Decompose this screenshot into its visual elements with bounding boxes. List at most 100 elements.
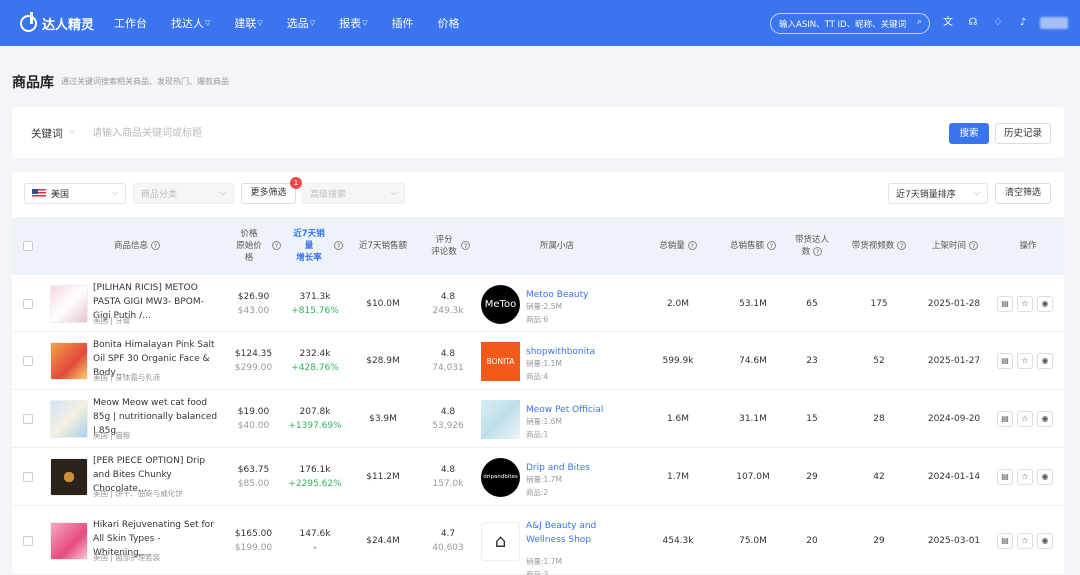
search-icon[interactable]: ⌕ [917,17,922,27]
row-checkbox[interactable] [23,414,33,424]
shop-name-link[interactable]: A&J Beauty and Wellness Shop [526,519,638,547]
us-flag-icon [32,189,46,198]
nav-label: 选品 [286,17,309,30]
header-price: 价格 原始价 格 [224,228,274,264]
header-total-sales[interactable]: 总销量? [648,240,708,252]
nav-product-selection[interactable]: 选品 ▽ [287,15,315,31]
row-checkbox[interactable] [23,472,33,482]
save-icon[interactable]: ▤ [997,353,1013,369]
product-original-price: $199.00 [234,543,273,553]
header-videos[interactable]: 带货视频数? [844,240,914,252]
revenue-7d: $10.0M [366,299,400,309]
eye-icon[interactable]: ◉ [1037,296,1053,312]
header-creators[interactable]: 带货达人 数? [788,234,836,258]
category-select[interactable]: 商品分类 ⌵ [133,183,234,204]
help-icon[interactable]: ? [813,247,823,256]
table-row[interactable]: Meow Meow wet cat food 85g | nutritional… [12,390,1064,448]
growth-rate: +815.76% [291,306,339,316]
product-image[interactable] [50,522,88,560]
table-row[interactable]: [PILIHAN RICIS] METOO PASTA GIGI MW3- BP… [12,275,1064,332]
eye-icon[interactable]: ◉ [1037,469,1053,485]
star-icon[interactable]: ☆ [1017,296,1033,312]
shop-logo[interactable]: ⌂ [481,522,520,561]
row-checkbox[interactable] [23,299,33,309]
eye-icon[interactable]: ◉ [1037,353,1053,369]
eye-icon[interactable]: ◉ [1037,533,1053,549]
header-rating[interactable]: 评分 评论数 [426,234,462,258]
save-icon[interactable]: ▤ [997,411,1013,427]
save-icon[interactable]: ▤ [997,469,1013,485]
more-filters-button[interactable]: 更多筛选 [241,183,296,204]
table-row[interactable]: Hikari Rejuvenating Set for All Skin Typ… [12,506,1064,575]
help-icon[interactable]: ? [897,241,907,250]
translate-icon[interactable]: 文 [940,15,956,31]
row-checkbox[interactable] [23,536,33,546]
shop-logo[interactable]: MeToo [481,285,520,324]
product-image[interactable] [50,400,88,438]
sort-select[interactable]: 近7天销量排序 ⌵ [888,183,988,204]
search-button[interactable]: 搜索 [949,123,989,144]
header-total-revenue[interactable]: 总销售额? [718,240,788,252]
avatar[interactable] [1040,17,1068,29]
star-icon[interactable]: ☆ [1017,533,1033,549]
help-icon[interactable]: ? [334,241,343,250]
help-icon[interactable]: ? [687,241,697,250]
clear-filters-button[interactable]: 清空筛选 [995,183,1051,204]
nav-outreach[interactable]: 建联 ▽ [234,15,262,31]
product-image[interactable] [50,458,88,496]
logo[interactable]: 达人精灵 [20,11,96,33]
shop-logo[interactable] [481,400,520,439]
help-icon[interactable]: ? [461,241,470,250]
keyword-input[interactable] [92,122,592,144]
history-button[interactable]: 历史记录 [995,123,1051,144]
creator-count: 65 [806,299,818,309]
chevron-down-icon: ⌵ [390,188,397,197]
creator-count: 15 [806,414,818,424]
shop-logo[interactable]: dripandbites [481,458,520,497]
row-checkbox[interactable] [23,356,33,366]
product-image[interactable] [50,285,88,323]
lightbulb-icon[interactable]: ♢ [990,15,1006,31]
chevron-down-icon[interactable]: ⌵ [69,126,75,136]
chevron-down-icon: ⌵ [219,188,226,197]
bell-icon[interactable]: ♪ [1015,15,1031,31]
nav-reports[interactable]: 报表 ▽ [339,15,367,31]
product-image[interactable] [50,342,88,380]
country-select[interactable]: 美国 ⌵ [24,183,126,204]
row-actions: ▤ ☆ ◉ [997,411,1057,427]
header-listed-date[interactable]: 上架时间? [924,240,986,252]
help-icon[interactable]: ? [272,241,281,250]
star-icon[interactable]: ☆ [1017,469,1033,485]
save-icon[interactable]: ▤ [997,533,1013,549]
sort-value: 近7天销量排序 [896,190,956,200]
help-icon[interactable]: ? [969,241,978,250]
country-value: 美国 [51,190,70,200]
nav-plugin[interactable]: 插件 [392,15,414,31]
nav-label: 找达人 [171,17,204,30]
advanced-search-select[interactable]: 高级搜索 ⌵ [302,183,405,204]
search-mode-select[interactable]: 关键词 [31,126,63,141]
header-label: 近7天销 [293,229,325,239]
select-all-checkbox[interactable] [23,241,33,251]
header-sales-7d[interactable]: 近7天销 量 增长率 [284,228,334,264]
headset-icon[interactable]: ☊ [965,15,981,31]
growth-rate: - [313,543,317,553]
review-count: 157.0k [432,479,464,489]
shop-logo[interactable]: BONITA [481,342,520,381]
global-search-input[interactable]: 输入ASIN、TT ID、昵称、关键词 ⌕ [770,13,930,34]
help-icon[interactable]: ? [151,241,160,250]
nav-find-creators[interactable]: 找达人 ▽ [171,15,210,31]
save-icon[interactable]: ▤ [997,296,1013,312]
table-row[interactable]: [PER PIECE OPTION] Drip and Bites Chunky… [12,448,1064,506]
help-icon[interactable]: ? [767,241,776,250]
keyword-search-panel: 关键词 ⌵ 搜索 历史记录 [12,107,1064,158]
header-revenue-7d[interactable]: 近7天销售额 [348,240,418,252]
eye-icon[interactable]: ◉ [1037,411,1053,427]
listed-date: 2025-03-01 [927,536,981,546]
nav-pricing[interactable]: 价格 [438,15,460,31]
nav-workbench[interactable]: 工作台 [114,15,147,31]
table-row[interactable]: Bonita Himalayan Pink Salt Oil SPF 30 Or… [12,332,1064,390]
nav-label: 价格 [437,17,460,30]
star-icon[interactable]: ☆ [1017,353,1033,369]
star-icon[interactable]: ☆ [1017,411,1033,427]
